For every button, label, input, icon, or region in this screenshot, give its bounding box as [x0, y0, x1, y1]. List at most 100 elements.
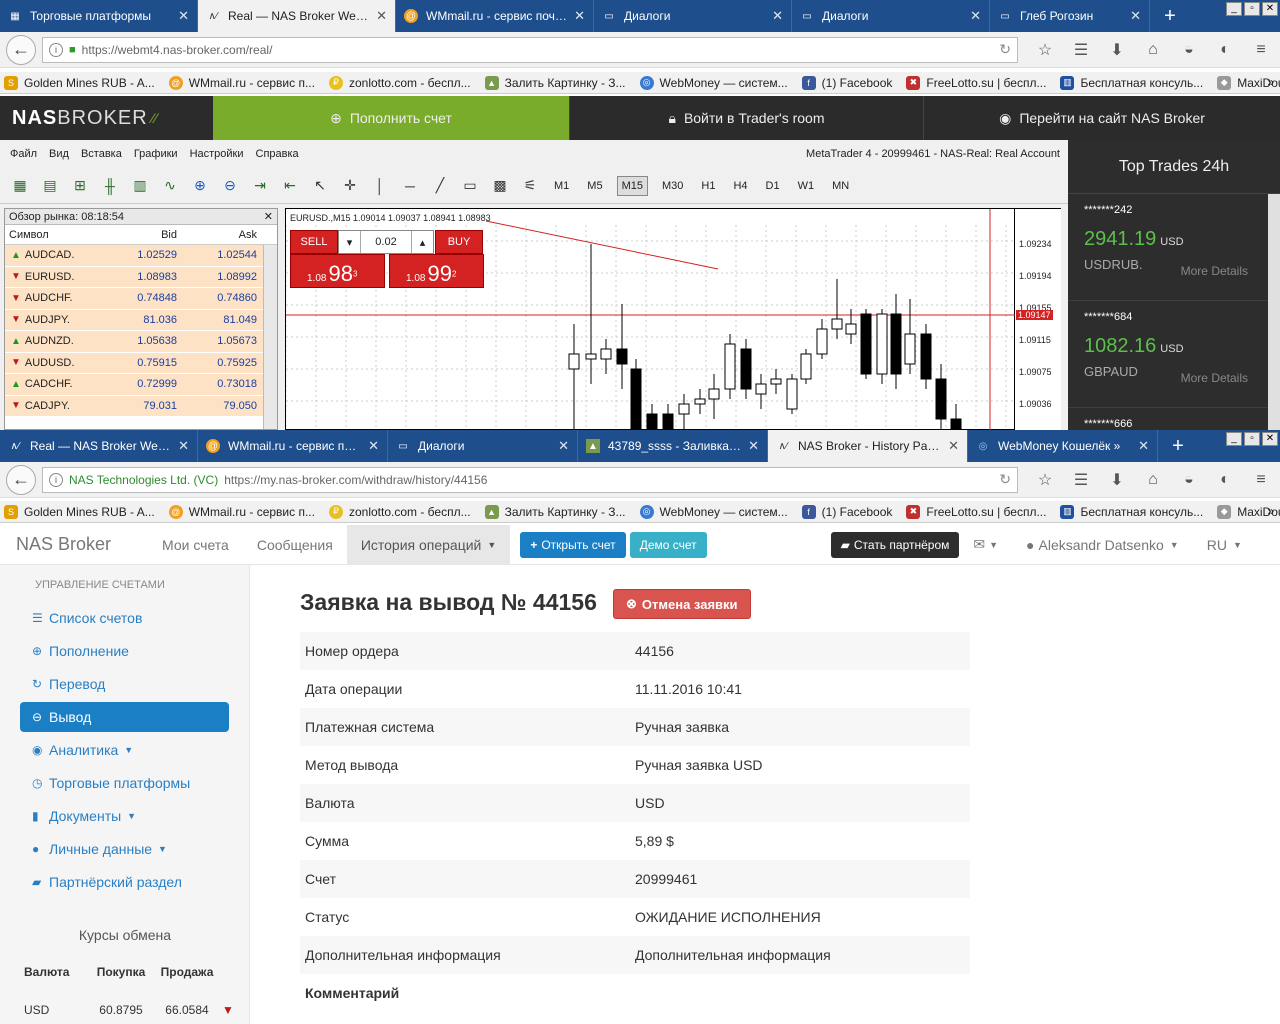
- lot-size-stepper[interactable]: ▾ 0.02 ▴: [338, 230, 434, 254]
- extension-icon[interactable]: ◐: [1214, 41, 1236, 59]
- trendline-icon[interactable]: ╱: [430, 176, 450, 196]
- menu-charts[interactable]: Графики: [134, 148, 178, 160]
- nav-history[interactable]: История операций ▼: [346, 524, 511, 565]
- maximize-button[interactable]: ▫: [1244, 432, 1260, 446]
- menu-settings[interactable]: Настройки: [190, 148, 244, 160]
- maximize-button[interactable]: ▫: [1244, 2, 1260, 16]
- pocket-icon[interactable]: ◒: [1178, 41, 1200, 59]
- sidebar-item-transfer[interactable]: ↻ Перевод: [20, 669, 229, 699]
- cancel-request-button[interactable]: ⊗ Отмена заявки: [613, 589, 751, 619]
- scrollbar[interactable]: [263, 245, 277, 429]
- chart-shift-icon[interactable]: ⇤: [280, 176, 300, 196]
- bookmark[interactable]: ▲ Залить Картинку - З...: [484, 504, 626, 519]
- horizontal-line-icon[interactable]: ─: [400, 176, 420, 196]
- tf-d1[interactable]: D1: [762, 177, 784, 195]
- text-icon[interactable]: ▭: [460, 176, 480, 196]
- extension-icon[interactable]: ◐: [1214, 471, 1236, 489]
- nas-logo[interactable]: NAS BROKER ∕∕: [0, 96, 213, 140]
- sidebar-item-partner[interactable]: ▰ Партнёрский раздел: [20, 867, 229, 897]
- bookmark[interactable]: ▥ Бесплатная консуль...: [1060, 504, 1203, 519]
- browser2-tab-2[interactable]: @ WMmail.ru - сервис почт... ✕: [198, 430, 388, 462]
- minimize-button[interactable]: _: [1226, 2, 1242, 16]
- autoscroll-icon[interactable]: ⇥: [250, 176, 270, 196]
- chevron-down-icon[interactable]: ▾: [339, 231, 361, 253]
- new-chart-icon[interactable]: ▦: [10, 176, 30, 196]
- new-tab-button[interactable]: +: [1150, 0, 1190, 32]
- open-account-button[interactable]: + Открыть счет: [520, 531, 626, 558]
- tf-m1[interactable]: M1: [550, 177, 573, 195]
- sidebar-item-accounts[interactable]: ☰ Список счетов: [20, 603, 229, 633]
- language-menu[interactable]: RU ▼: [1193, 525, 1256, 565]
- browser1-tab-4[interactable]: ▭ Диалоги ✕: [594, 0, 792, 32]
- home-icon[interactable]: ⌂: [1142, 471, 1164, 489]
- brand-link[interactable]: NAS Broker: [0, 534, 148, 555]
- browser2-tab-3[interactable]: ▭ Диалоги ✕: [388, 430, 578, 462]
- messages-dropdown[interactable]: ✉ ▼: [959, 525, 1012, 565]
- home-icon[interactable]: ⌂: [1142, 41, 1164, 59]
- additional-info-link[interactable]: Дополнительная информация: [635, 947, 831, 963]
- browser2-tab-6[interactable]: ◎ WebMoney Кошелёк » ✕: [968, 430, 1158, 462]
- sidebar-item-deposit[interactable]: ⊕ Пополнение: [20, 636, 229, 666]
- close-icon[interactable]: ✕: [772, 8, 783, 24]
- back-button[interactable]: ←: [6, 34, 36, 65]
- reload-icon[interactable]: ↻: [999, 41, 1011, 58]
- sell-button[interactable]: SELL: [290, 230, 338, 254]
- bookmark[interactable]: ◎ WebMoney — систем...: [639, 504, 788, 519]
- download-icon[interactable]: ⬇: [1106, 470, 1128, 490]
- bookmark[interactable]: S Golden Mines RUB - A...: [4, 504, 155, 519]
- close-icon[interactable]: ✕: [1138, 438, 1149, 454]
- menu-view[interactable]: Вид: [49, 148, 69, 160]
- nas-site-button[interactable]: ◉ Перейти на сайт NAS Broker: [923, 96, 1280, 140]
- bookmark[interactable]: ◎ WebMoney — систем...: [639, 75, 788, 90]
- browser1-tab-5[interactable]: ▭ Диалоги ✕: [792, 0, 990, 32]
- new-tab-button[interactable]: +: [1158, 430, 1198, 462]
- bookmark[interactable]: ▲ Залить Картинку - З...: [484, 75, 626, 90]
- pocket-icon[interactable]: ◒: [1178, 471, 1200, 489]
- line-chart-icon[interactable]: ∿: [160, 176, 180, 196]
- close-icon[interactable]: ✕: [948, 438, 959, 454]
- market-row[interactable]: ▲ AUDNZD. 1.05638 1.05673: [5, 331, 277, 353]
- tf-mn[interactable]: MN: [828, 177, 853, 195]
- chevron-right-icon[interactable]: »: [1267, 75, 1274, 89]
- tf-h4[interactable]: H4: [729, 177, 751, 195]
- browser2-tab-1[interactable]: ∧∕ Real — NAS Broker Web ... ✕: [0, 430, 198, 462]
- reload-icon[interactable]: ↻: [999, 471, 1011, 488]
- market-row[interactable]: ▼ CADJPY. 79.031 79.050: [5, 395, 277, 417]
- user-menu[interactable]: ● Aleksandr Datsenko ▼: [1012, 525, 1193, 565]
- market-row[interactable]: ▼ AUDUSD. 0.75915 0.75925: [5, 352, 277, 374]
- close-icon[interactable]: ✕: [970, 8, 981, 24]
- star-icon[interactable]: ☆: [1034, 470, 1056, 490]
- close-icon[interactable]: ✕: [178, 8, 189, 24]
- zoom-out-icon[interactable]: ⊖: [220, 176, 240, 196]
- bookmark[interactable]: f (1) Facebook: [801, 504, 892, 519]
- tf-h1[interactable]: H1: [697, 177, 719, 195]
- bookmark[interactable]: ✖ FreeLotto.su | беспл...: [906, 75, 1046, 90]
- chevron-right-icon[interactable]: »: [1267, 504, 1274, 518]
- traders-room-button[interactable]: 🔒︎ Войти в Trader's room: [569, 96, 923, 140]
- bookmark[interactable]: ▥ Бесплатная консуль...: [1060, 75, 1203, 90]
- browser1-tab-3[interactable]: @ WMmail.ru - сервис почт... ✕: [396, 0, 594, 32]
- chevron-up-icon[interactable]: ▴: [411, 231, 433, 253]
- cursor-icon[interactable]: ↖: [310, 176, 330, 196]
- close-icon[interactable]: ✕: [748, 438, 759, 454]
- demo-account-button[interactable]: Демо счет: [629, 531, 707, 558]
- close-window-button[interactable]: ✕: [1262, 2, 1278, 16]
- menu-help[interactable]: Справка: [256, 148, 299, 160]
- reader-icon[interactable]: ☰: [1070, 470, 1092, 490]
- bookmark[interactable]: @ WMmail.ru - сервис п...: [168, 75, 315, 90]
- sidebar-item-analytics[interactable]: ◉ Аналитика ▼: [20, 735, 229, 765]
- back-button[interactable]: ←: [6, 464, 36, 495]
- vertical-line-icon[interactable]: │: [370, 176, 390, 196]
- deposit-button[interactable]: ⊕ Пополнить счет: [213, 96, 569, 140]
- sell-price[interactable]: 1.08983: [290, 254, 385, 288]
- tf-m30[interactable]: M30: [658, 177, 687, 195]
- bookmark[interactable]: S Golden Mines RUB - A...: [4, 75, 155, 90]
- close-icon[interactable]: ✕: [368, 438, 379, 454]
- sidebar-item-withdraw[interactable]: ⊖ Вывод: [20, 702, 229, 732]
- close-icon[interactable]: ✕: [1130, 8, 1141, 24]
- tf-m15[interactable]: M15: [616, 175, 648, 196]
- zoom-in-icon[interactable]: ⊕: [190, 176, 210, 196]
- market-row[interactable]: ▼ AUDCHF. 0.74848 0.74860: [5, 288, 277, 310]
- nav-messages[interactable]: Сообщения: [243, 525, 347, 565]
- star-icon[interactable]: ☆: [1034, 40, 1056, 60]
